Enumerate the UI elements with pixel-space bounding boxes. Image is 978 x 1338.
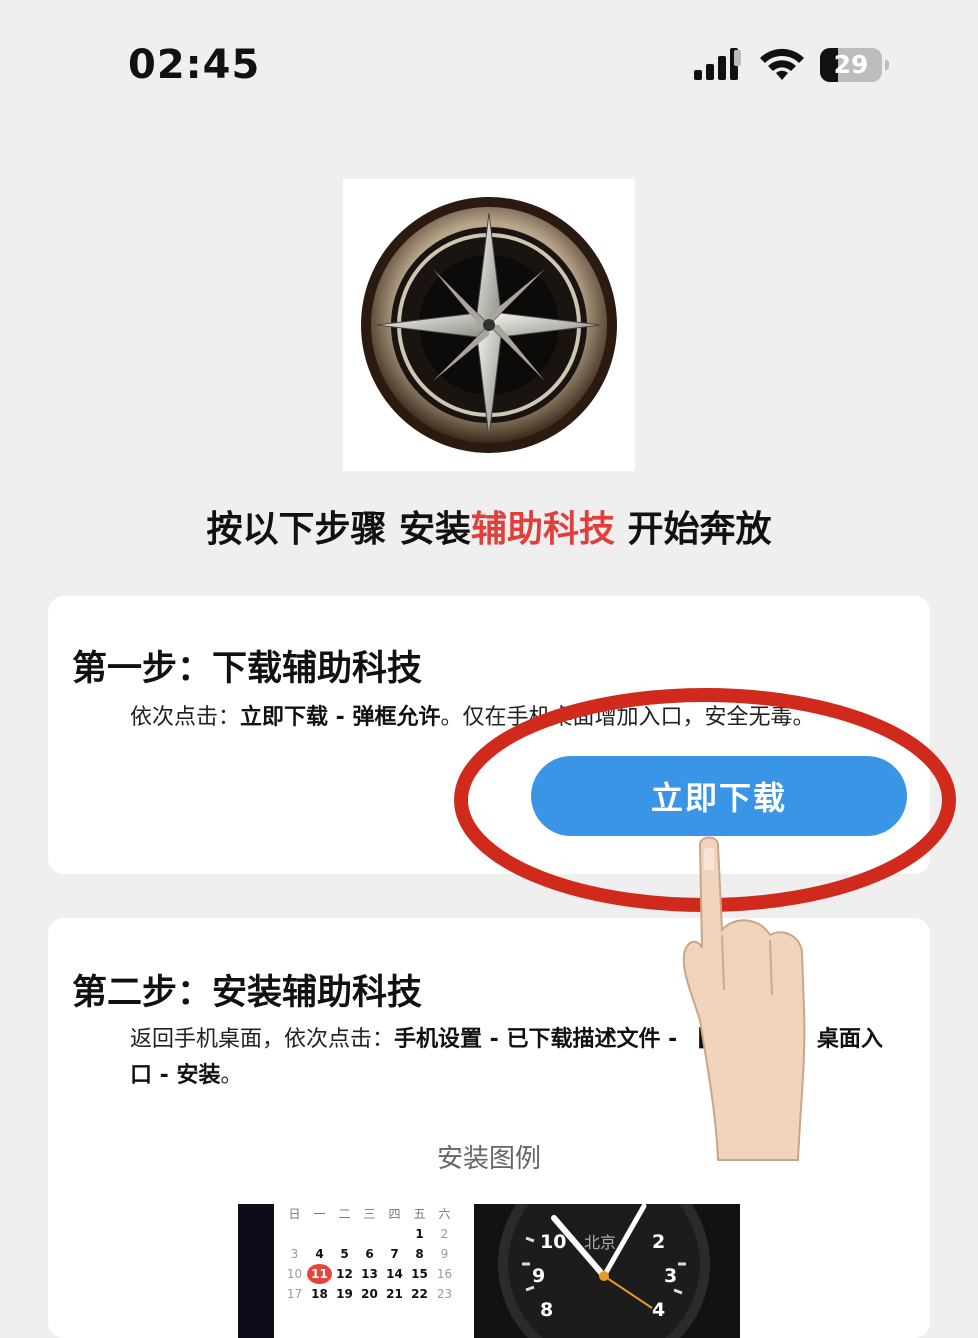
calendar-day: 7 bbox=[390, 1247, 399, 1261]
clock-face: 10 2 9 3 8 4 北京 bbox=[498, 1204, 710, 1338]
calendar-weekday: 一 bbox=[313, 1207, 326, 1221]
calendar-today: 11 bbox=[307, 1264, 332, 1284]
app-logo bbox=[343, 179, 635, 471]
wifi-icon bbox=[760, 48, 804, 80]
step2-title: 第二步：安装辅助科技 bbox=[72, 973, 423, 1013]
calendar-day bbox=[357, 1224, 382, 1244]
page-headline: 按以下步骤 安装辅助科技 开始奔放 bbox=[0, 500, 978, 552]
clock-num-8: 8 bbox=[540, 1299, 553, 1321]
status-time: 02:45 bbox=[128, 42, 261, 88]
calendar-day: 17 bbox=[286, 1287, 303, 1301]
calendar-weekday: 四 bbox=[388, 1207, 401, 1221]
calendar-day: 1 bbox=[415, 1227, 424, 1241]
battery-icon: 29 bbox=[820, 48, 890, 82]
download-now-button[interactable]: 立即下载 bbox=[531, 756, 907, 836]
app-logo-compass-icon bbox=[361, 197, 617, 453]
calendar-day bbox=[382, 1224, 407, 1244]
calendar-day: 2 bbox=[440, 1227, 449, 1241]
calendar-week-row: 3 4 5 6 7 8 9 bbox=[282, 1244, 466, 1264]
clock-num-10: 10 bbox=[540, 1231, 566, 1253]
battery-percent: 29 bbox=[833, 50, 869, 79]
calendar-week-row: 12 bbox=[282, 1224, 466, 1244]
calendar-weekday: 日 bbox=[288, 1207, 301, 1221]
step1-desc-prefix: 依次点击： bbox=[130, 705, 241, 730]
clock-num-4: 4 bbox=[652, 1299, 665, 1321]
clock-num-9: 9 bbox=[532, 1265, 545, 1287]
calendar-weekday: 二 bbox=[338, 1207, 351, 1221]
calendar-day: 10 bbox=[286, 1267, 303, 1281]
calendar-day: 8 bbox=[415, 1247, 424, 1261]
calendar-weekday: 三 bbox=[363, 1207, 376, 1221]
calendar-day: 5 bbox=[340, 1247, 349, 1261]
calendar-day: 15 bbox=[411, 1267, 428, 1281]
calendar-day: 20 bbox=[361, 1287, 378, 1301]
step1-desc-bold: 立即下载 - 弹框允许 bbox=[240, 705, 441, 730]
step1-description: 依次点击：立即下载 - 弹框允许。仅在手机桌面增加入口，安全无毒。 bbox=[130, 700, 900, 736]
clock-city: 北京 bbox=[584, 1233, 616, 1252]
step1-desc-suffix: 。仅在手机桌面增加入口，安全无毒。 bbox=[440, 705, 815, 730]
calendar-day bbox=[282, 1224, 307, 1244]
headline-prefix: 按以下步骤 安装 bbox=[206, 509, 471, 550]
calendar-day: 16 bbox=[436, 1267, 453, 1281]
example-caption: 安装图例 bbox=[436, 1144, 541, 1174]
calendar-day: 9 bbox=[440, 1247, 449, 1261]
calendar-weekday-row: 日一二三四五六 bbox=[282, 1204, 466, 1224]
status-bar: 02:45 29 bbox=[0, 0, 978, 130]
calendar-day: 6 bbox=[365, 1247, 374, 1261]
calendar-day: 22 bbox=[411, 1287, 428, 1301]
step1-card: 第一步：下载辅助科技 依次点击：立即下载 - 弹框允许。仅在手机桌面增加入口，安… bbox=[48, 596, 930, 874]
calendar-day: 4 bbox=[315, 1247, 324, 1261]
step2-desc-prefix: 返回手机桌面，依次点击： bbox=[130, 1027, 395, 1052]
clock-num-2: 2 bbox=[652, 1231, 665, 1253]
calendar-day: 18 bbox=[311, 1287, 328, 1301]
calendar-day bbox=[332, 1224, 357, 1244]
step2-card: 第二步：安装辅助科技 返回手机桌面，依次点击：手机设置 - 已下载描述文件 - … bbox=[48, 918, 930, 1338]
calendar-example-image: 日一二三四五六 1 2 3 4 5 6 7 8 9 10 11 12 13 14 15 16 17 18 19 20 21… bbox=[238, 1204, 466, 1338]
step1-title: 第一步：下载辅助科技 bbox=[72, 649, 423, 689]
headline-suffix: 开始奔放 bbox=[615, 509, 772, 550]
clock-num-3: 3 bbox=[664, 1265, 677, 1287]
calendar-day: 23 bbox=[436, 1287, 453, 1301]
step2-description: 返回手机桌面，依次点击：手机设置 - 已下载描述文件 - 【辅助科技】桌面入口 … bbox=[130, 1022, 900, 1094]
clock-example-image: 10 2 9 3 8 4 北京 bbox=[474, 1204, 740, 1338]
calendar-grid: 日一二三四五六 1 2 3 4 5 6 7 8 9 10 11 12 13 14 15 16 17 18 19 20 21… bbox=[282, 1204, 466, 1304]
calendar-weekday: 五 bbox=[413, 1207, 426, 1221]
headline-accent: 辅助科技 bbox=[470, 509, 615, 550]
signal-icon bbox=[694, 48, 741, 80]
calendar-day: 13 bbox=[361, 1267, 378, 1281]
calendar-day: 3 bbox=[290, 1247, 299, 1261]
calendar-day bbox=[307, 1224, 332, 1244]
step2-desc-suffix: 。 bbox=[220, 1063, 243, 1088]
calendar-day: 19 bbox=[336, 1287, 353, 1301]
calendar-weekday: 六 bbox=[438, 1207, 451, 1221]
calendar-week-row: 10 11 12 13 14 15 16 bbox=[282, 1264, 466, 1284]
calendar-day: 14 bbox=[386, 1267, 403, 1281]
calendar-day: 12 bbox=[336, 1267, 353, 1281]
calendar-week-row: 17 18 19 20 21 22 23 bbox=[282, 1284, 466, 1304]
calendar-day: 21 bbox=[386, 1287, 403, 1301]
